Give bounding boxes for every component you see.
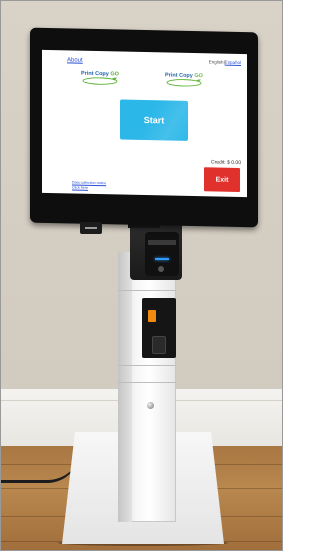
click-here-link[interactable]: Click here xyxy=(72,185,88,189)
pedestal-seam xyxy=(118,290,176,291)
coin-slot[interactable] xyxy=(148,310,156,322)
about-link[interactable]: About xyxy=(67,57,83,63)
cabinet-lock[interactable] xyxy=(147,402,154,409)
pedestal-seam xyxy=(118,365,176,366)
data-collection-notice-link[interactable]: Data collection notice xyxy=(72,180,106,185)
coin-return-button[interactable] xyxy=(152,336,166,354)
bill-acceptor-indicator xyxy=(158,266,164,272)
print-copy-go-logo-left: Print Copy GO xyxy=(78,67,122,90)
logo-swoosh-icon xyxy=(82,77,118,85)
pedestal-seam xyxy=(118,382,176,383)
kiosk-screen: About English|Español Print Copy GO Prin… xyxy=(42,49,247,198)
bill-acceptor-label xyxy=(148,240,176,245)
logo-swoosh-icon xyxy=(166,79,202,87)
bill-slot-led[interactable] xyxy=(155,258,169,260)
print-copy-go-logo-right: Print Copy GO xyxy=(162,68,206,91)
kiosk-photo: About English|Español Print Copy GO Prin… xyxy=(0,0,283,551)
exit-button[interactable]: Exit xyxy=(204,167,240,193)
pedestal-side-face xyxy=(118,252,132,522)
lang-english-link[interactable]: English xyxy=(209,59,224,64)
card-reader-slot[interactable] xyxy=(85,227,97,229)
credit-display: Credit: $ 0.00 xyxy=(210,159,241,167)
start-button[interactable]: Start xyxy=(120,99,188,141)
language-switch: English|Español xyxy=(209,59,241,65)
lang-espanol-link[interactable]: Español xyxy=(225,60,241,65)
